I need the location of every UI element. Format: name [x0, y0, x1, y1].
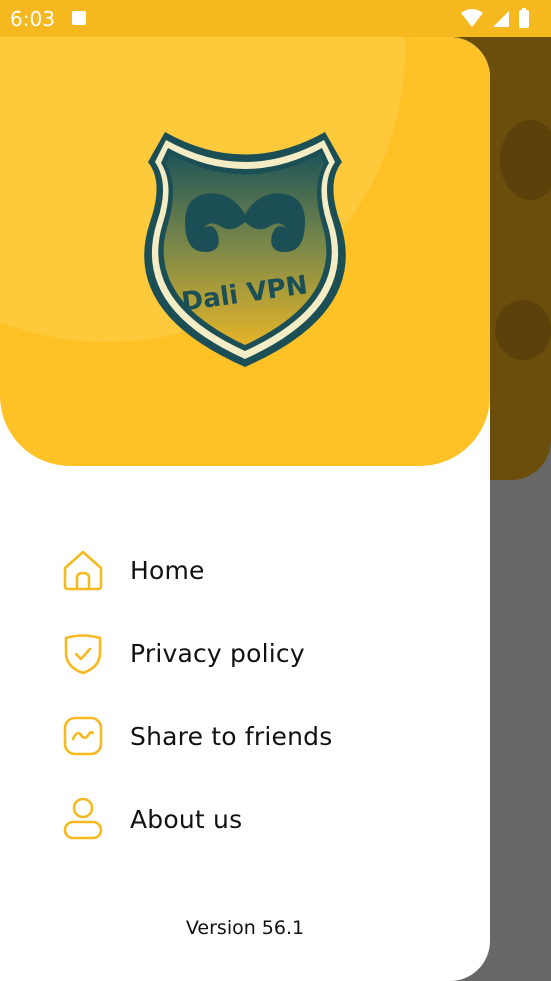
- app-notification-icon: [72, 11, 86, 25]
- menu-item-share-to-friends[interactable]: Share to friends: [60, 711, 440, 761]
- home-icon: [60, 547, 106, 593]
- wifi-icon: [461, 9, 483, 27]
- menu-item-privacy-policy[interactable]: Privacy policy: [60, 628, 440, 678]
- share-wave-icon: [60, 713, 106, 759]
- menu-label-home: Home: [130, 555, 205, 585]
- background-map-shape: [500, 120, 551, 200]
- menu-item-home[interactable]: Home: [60, 545, 440, 595]
- drawer-header: Dali VPN: [0, 37, 490, 466]
- status-bar: 6:03: [0, 0, 551, 37]
- menu-label-about-us: About us: [130, 804, 243, 834]
- user-icon: [60, 796, 106, 842]
- signal-icon: [493, 11, 509, 27]
- navigation-drawer: Dali VPN Home Privacy policy Share to fr…: [0, 37, 490, 981]
- background-map-shape: [495, 300, 551, 360]
- battery-icon: [519, 10, 529, 28]
- status-time: 6:03: [10, 7, 55, 31]
- status-icons: [459, 8, 539, 34]
- menu-item-about-us[interactable]: About us: [60, 794, 440, 844]
- menu-label-share-to-friends: Share to friends: [130, 721, 333, 751]
- menu-label-privacy-policy: Privacy policy: [130, 638, 305, 668]
- app-version: Version 56.1: [185, 917, 305, 939]
- dali-vpn-logo: Dali VPN: [144, 132, 346, 367]
- shield-check-icon: [60, 630, 106, 676]
